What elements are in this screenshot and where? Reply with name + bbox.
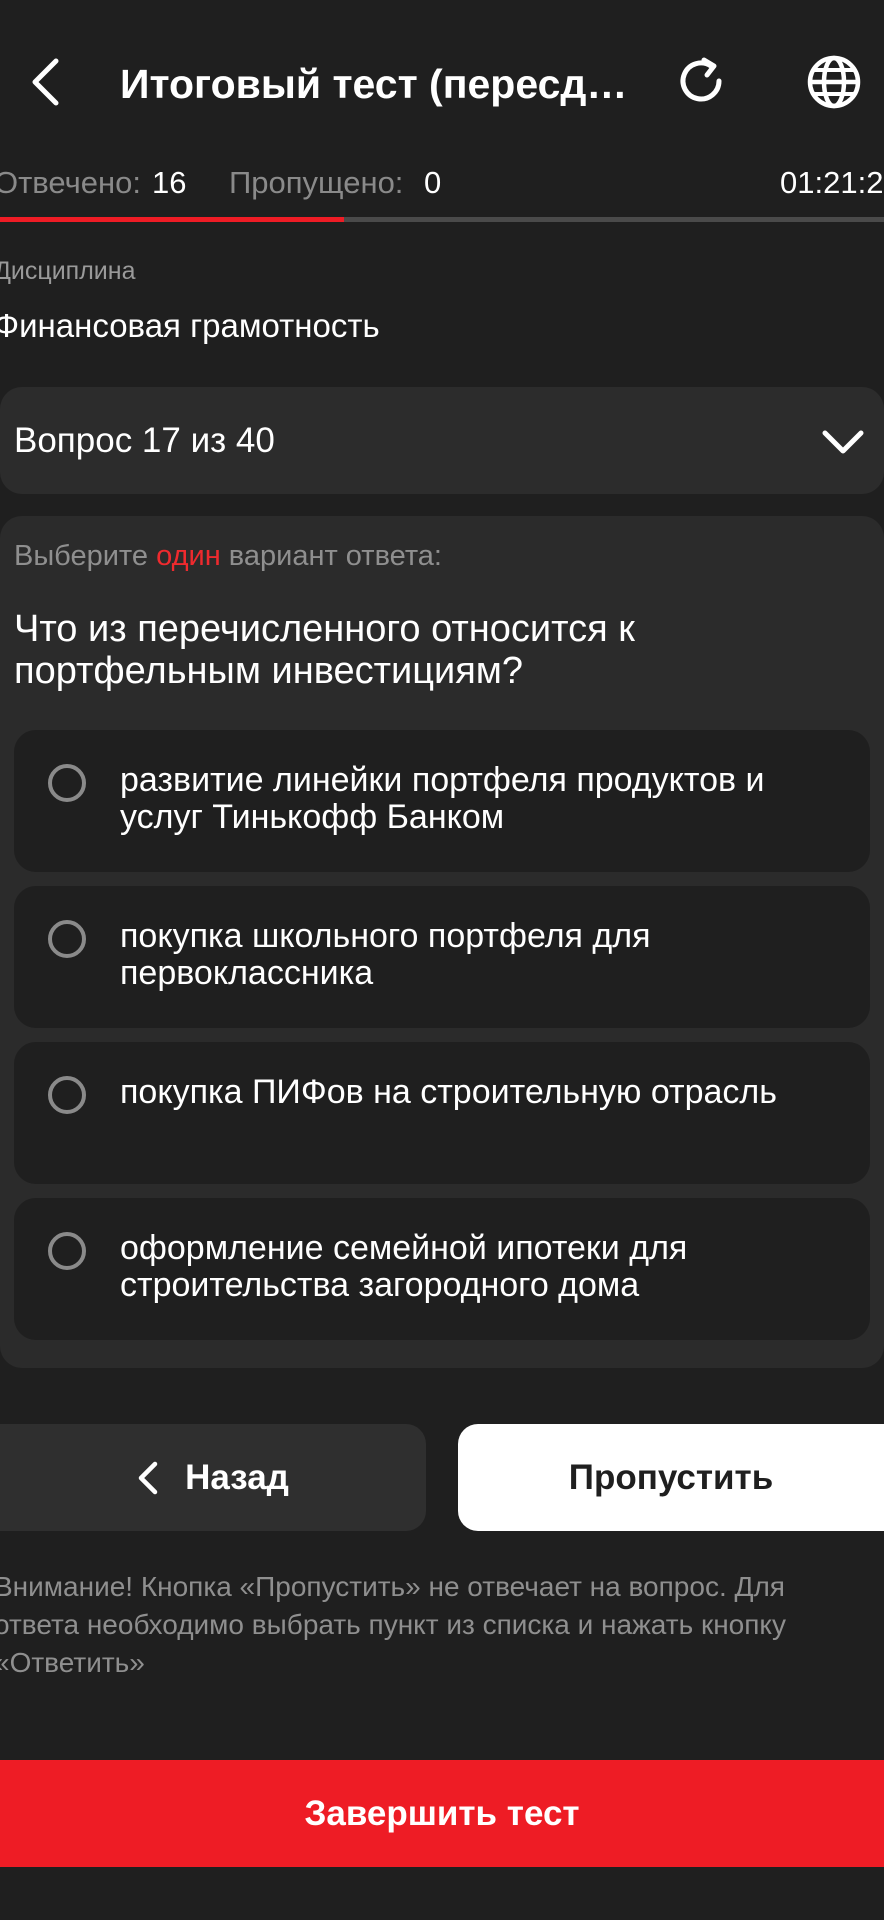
finish-test-label: Завершить тест — [304, 1793, 580, 1833]
chevron-left-icon — [138, 1461, 158, 1494]
finish-test-button[interactable]: Завершить тест — [0, 1760, 884, 1867]
previous-question-button[interactable]: Назад — [0, 1424, 426, 1531]
answer-option-label: покупка школьного портфеля для первоклас… — [120, 917, 651, 992]
question-selector-label: Вопрос 17 из 40 — [14, 421, 275, 460]
answer-option-1[interactable]: развитие линейки портфеля продуктов и ус… — [14, 730, 870, 872]
test-status-row: Отвечено: 16 Пропущено: 0 01:21:28 — [0, 160, 884, 206]
page-title: Итоговый тест (пересдача) — [120, 61, 630, 107]
radio-button[interactable] — [48, 764, 86, 802]
answer-option-2[interactable]: покупка школьного портфеля для первоклас… — [14, 886, 870, 1028]
answered-label: Отвечено: — [0, 165, 142, 200]
question-text: Что из перечисленного относится к портфе… — [14, 608, 635, 692]
answer-option-4[interactable]: оформление семейной ипотеки для строител… — [14, 1198, 870, 1340]
skip-question-button[interactable]: Пропустить — [458, 1424, 884, 1531]
back-button[interactable] — [20, 52, 70, 112]
answer-instruction: Выберите один вариант ответа: — [14, 540, 442, 573]
skipped-label: Пропущено: — [229, 165, 404, 200]
globe-icon — [807, 55, 861, 109]
progress-bar-fill — [0, 217, 344, 222]
radio-button[interactable] — [48, 1076, 86, 1114]
answer-option-3[interactable]: покупка ПИФов на строительную отрасль — [14, 1042, 870, 1184]
answered-count: 16 — [152, 165, 187, 200]
app-header: Итоговый тест (пересдача) — [0, 0, 884, 160]
progress-bar — [0, 217, 884, 222]
instruction-text-before: Выберите — [14, 540, 157, 572]
chevron-down-icon — [818, 417, 868, 467]
refresh-icon — [680, 57, 722, 102]
instruction-text-after: вариант ответа: — [220, 540, 442, 572]
skipped-count: 0 — [424, 165, 442, 200]
answer-option-label: покупка ПИФов на строительную отрасль — [120, 1073, 777, 1111]
skip-warning-text: Внимание! Кнопка «Пропустить» не отвечае… — [0, 1571, 786, 1678]
discipline-label: Дисциплина — [0, 257, 136, 285]
answer-option-label: развитие линейки портфеля продуктов и ус… — [120, 761, 765, 836]
previous-question-label: Назад — [185, 1457, 289, 1497]
test-timer: 01:21:28 — [780, 165, 884, 200]
chevron-left-icon — [32, 58, 59, 106]
question-panel: Выберите один вариант ответа: Что из пер… — [0, 516, 884, 1368]
refresh-button[interactable] — [672, 52, 730, 110]
instruction-accent: один — [156, 540, 221, 572]
answer-option-label: оформление семейной ипотеки для строител… — [120, 1229, 688, 1304]
radio-button[interactable] — [48, 1232, 86, 1270]
language-button[interactable] — [804, 52, 864, 112]
discipline-value: Финансовая грамотность — [0, 307, 380, 344]
skip-question-label: Пропустить — [568, 1457, 774, 1497]
radio-button[interactable] — [48, 920, 86, 958]
question-selector[interactable]: Вопрос 17 из 40 — [0, 387, 884, 494]
